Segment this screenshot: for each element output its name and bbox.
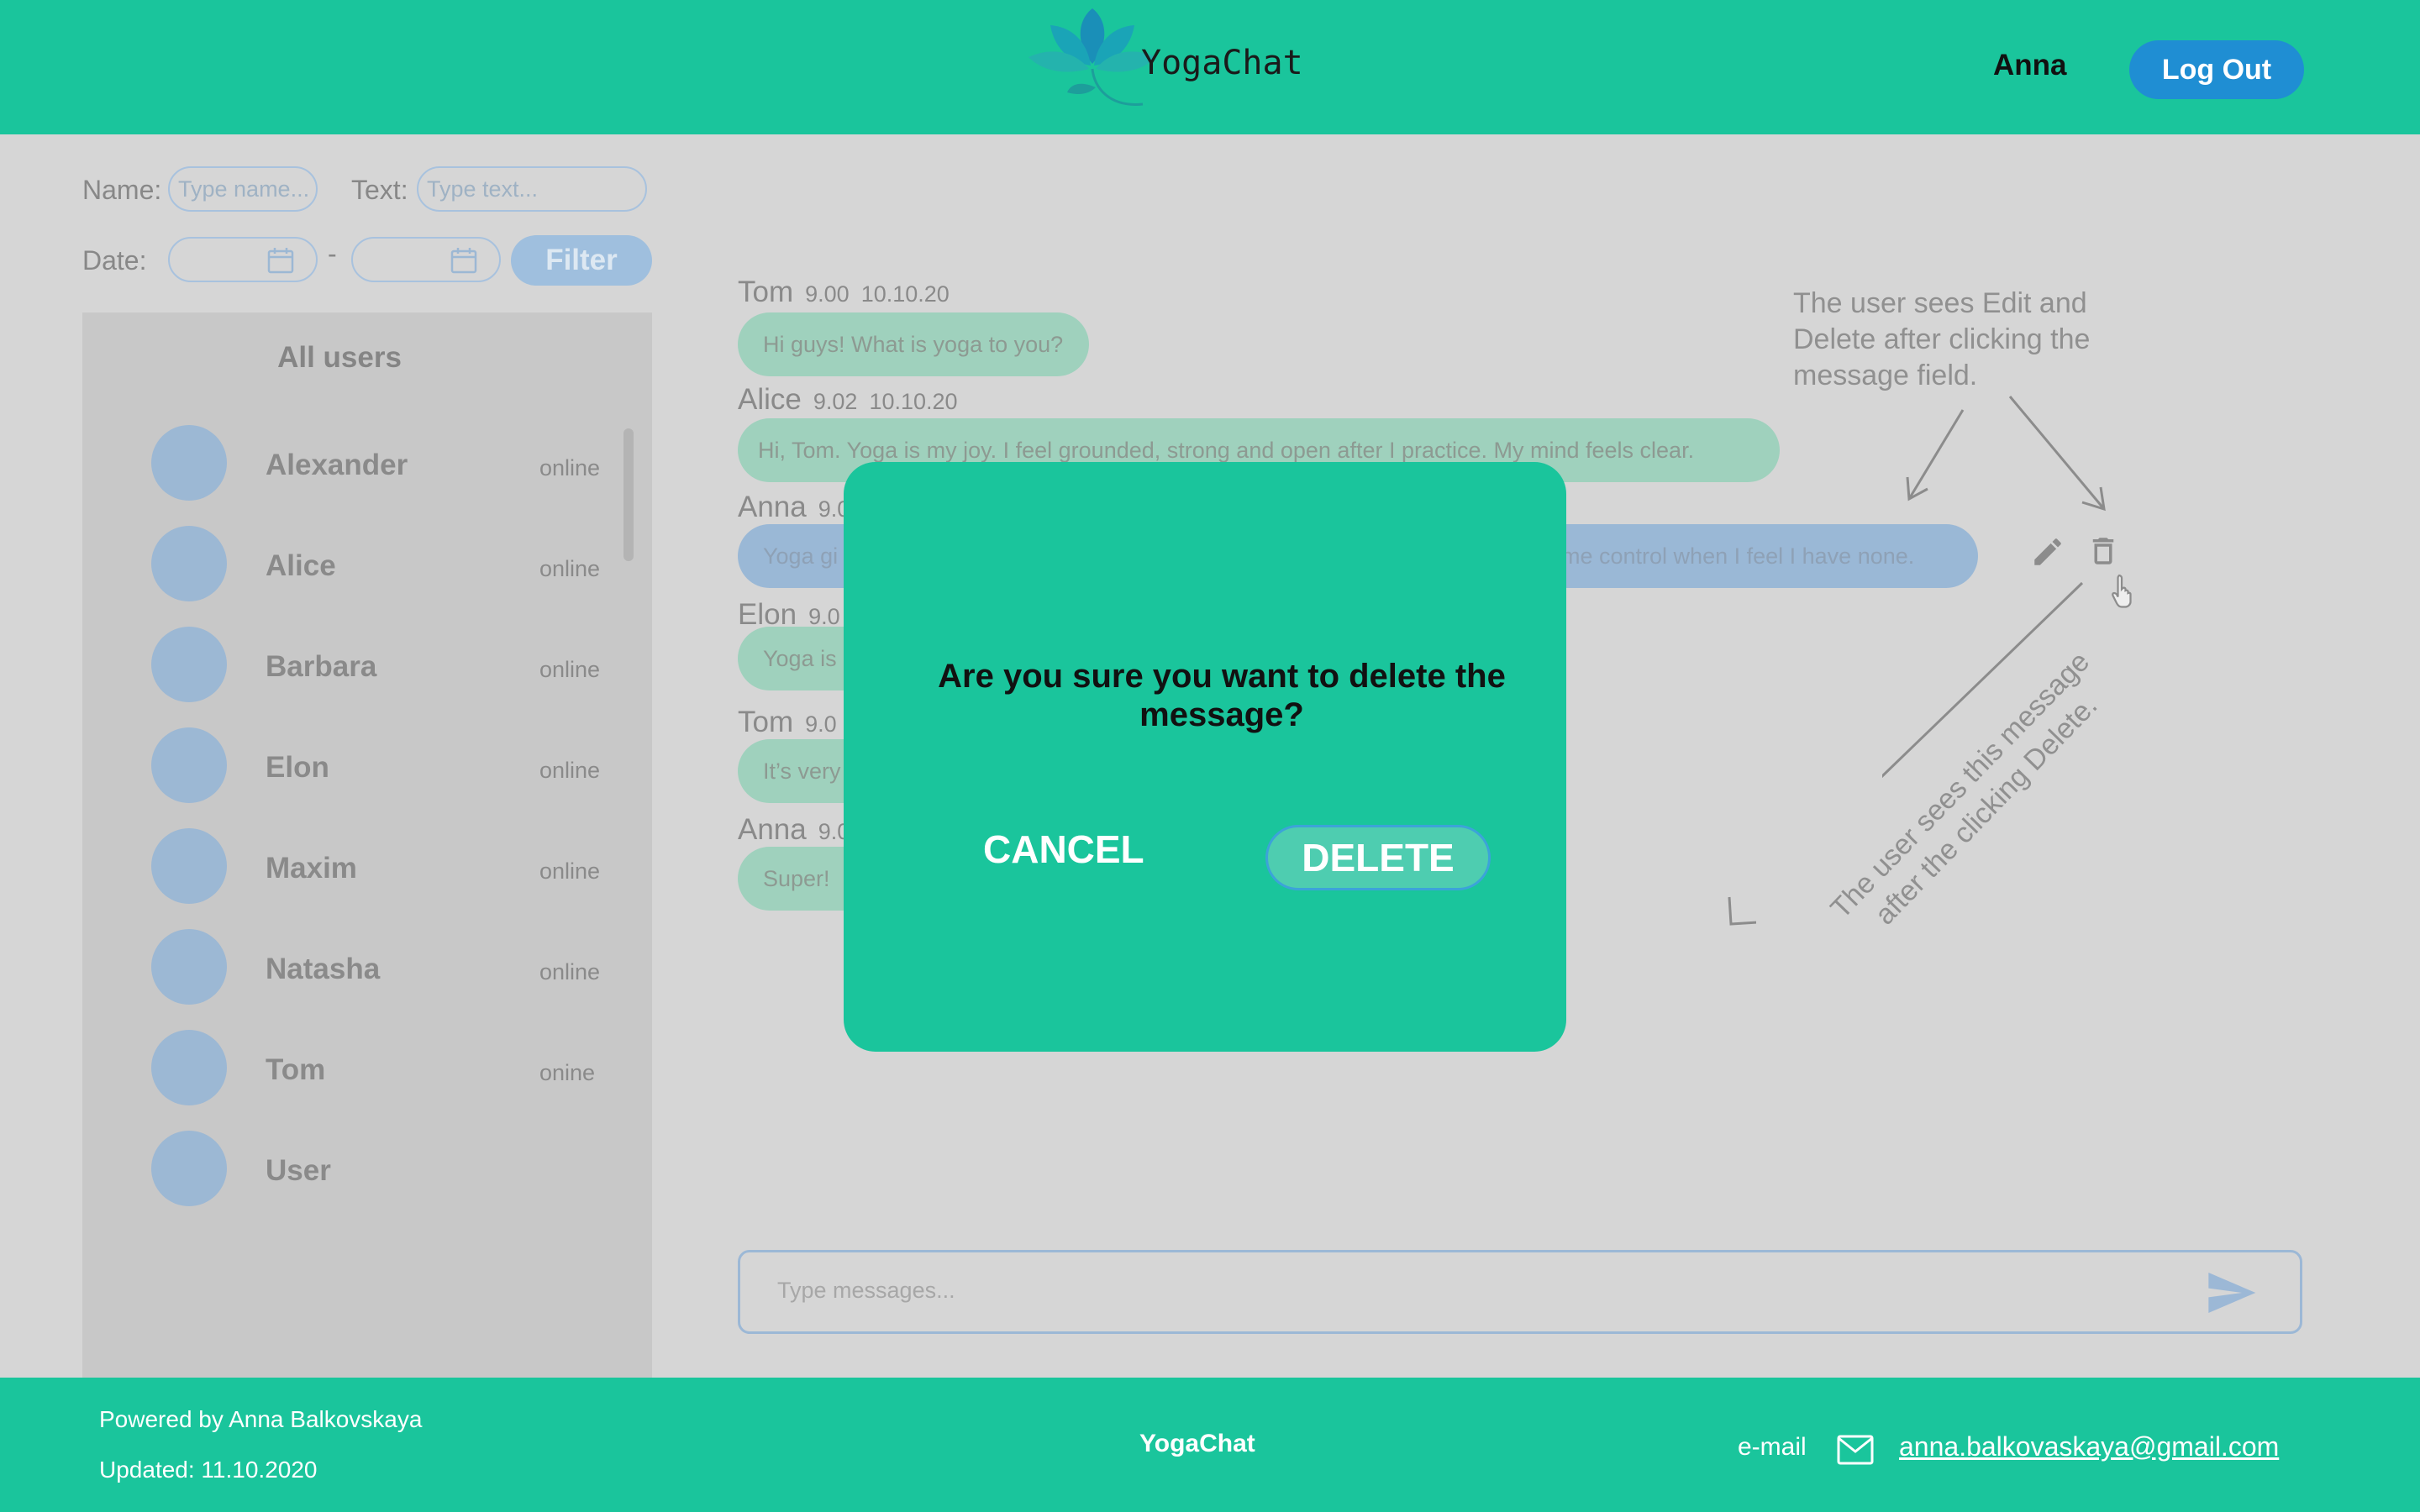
mail-icon	[1837, 1435, 1874, 1465]
user-name: Natasha	[266, 953, 381, 985]
avatar	[151, 1030, 227, 1105]
users-panel-title: All users	[277, 341, 402, 374]
message-text: Yoga gi	[763, 543, 839, 569]
users-panel: All users Alexander online Alice online …	[82, 312, 652, 1381]
user-status: online	[539, 758, 601, 783]
lotus-logo-icon	[1028, 8, 1156, 106]
footer-brand: YogaChat	[1139, 1430, 1255, 1457]
message-date: 10.10.20	[860, 281, 950, 307]
user-name: Barbara	[266, 650, 377, 683]
user-status: onine	[539, 1060, 596, 1085]
message-meta: Alice 9.02 10.10.20	[738, 383, 958, 417]
annotation-arrowhead	[1728, 896, 1756, 926]
footer-updated: Updated: 11.10.2020	[99, 1457, 318, 1483]
footer-email-link[interactable]: anna.balkovaskaya@gmail.com	[1899, 1431, 2279, 1462]
user-list-item[interactable]: Tom onine	[82, 1030, 652, 1114]
text-filter-input[interactable]: Type text...	[417, 166, 647, 212]
user-status: online	[539, 959, 601, 984]
message-input-placeholder: Type messages...	[777, 1278, 955, 1303]
user-status: online	[539, 455, 601, 480]
avatar	[151, 828, 227, 904]
calendar-icon[interactable]	[267, 247, 294, 274]
message-time: 9.0	[808, 604, 840, 629]
user-list-item[interactable]: Alexander online	[82, 425, 652, 509]
date-separator: -	[328, 239, 337, 269]
message-meta: Anna 9.0	[738, 491, 850, 524]
annotation-edit-delete: The user sees Edit and Delete after clic…	[1793, 287, 2091, 391]
message-time: 9.00	[805, 281, 850, 307]
message-meta: Tom 9.0	[738, 706, 837, 739]
delete-button[interactable]: DELETE	[1265, 825, 1491, 890]
user-list-item[interactable]: Alice online	[82, 526, 652, 610]
app-header: YogaChat Anna Log Out	[0, 0, 2420, 134]
user-name: Tom	[266, 1053, 326, 1086]
user-name: Elon	[266, 751, 329, 784]
name-filter-label: Name:	[82, 175, 162, 205]
name-filter-placeholder: Type name...	[178, 176, 310, 202]
app-footer: Powered by Anna Balkovskaya Updated: 11.…	[0, 1378, 2420, 1512]
message-text: Super!	[763, 865, 830, 891]
message-meta: Anna 9.0	[738, 813, 850, 847]
current-username[interactable]: Anna	[1993, 49, 2067, 82]
text-filter-label: Text:	[351, 175, 408, 205]
avatar	[151, 425, 227, 501]
message-author: Tom	[738, 706, 794, 738]
avatar	[151, 727, 227, 803]
user-name: Alexander	[266, 449, 408, 481]
user-name: Alice	[266, 549, 336, 582]
footer-email-label: e-mail	[1738, 1433, 1807, 1461]
message-author: Anna	[738, 813, 807, 846]
date-filter-label: Date:	[82, 245, 147, 276]
send-icon[interactable]	[2201, 1266, 2261, 1320]
calendar-icon[interactable]	[450, 247, 477, 274]
user-list-item[interactable]: User	[82, 1131, 652, 1215]
brand-title: YogaChat	[1141, 44, 1303, 82]
message-text-tail: me control when I feel I have none.	[1561, 543, 1915, 569]
message-time: 9.02	[813, 389, 858, 414]
message-text: It’s very	[763, 758, 841, 784]
message-text: Yoga is	[763, 645, 837, 671]
user-status: online	[539, 858, 601, 884]
dialog-question: Are you sure you want to delete the mess…	[938, 658, 1506, 733]
user-list-item[interactable]: Natasha online	[82, 929, 652, 1013]
user-status: online	[539, 657, 601, 682]
message-meta: Tom 9.00 10.10.20	[738, 276, 950, 309]
avatar	[151, 526, 227, 601]
message-time: 9.0	[805, 711, 837, 737]
message-text: Hi guys! What is yoga to you?	[763, 331, 1064, 357]
message-composer[interactable]: Type messages...	[738, 1250, 2302, 1334]
date-from-input[interactable]	[168, 237, 318, 282]
message-author: Alice	[738, 383, 802, 416]
delete-confirm-dialog: Are you sure you want to delete the mess…	[844, 462, 1566, 1052]
user-name: Maxim	[266, 852, 357, 885]
message-bubble[interactable]: Hi guys! What is yoga to you?	[738, 312, 1089, 376]
text-filter-placeholder: Type text...	[427, 176, 539, 202]
message-author: Anna	[738, 491, 807, 523]
message-text: Hi, Tom. Yoga is my joy. I feel grounded…	[758, 437, 1695, 463]
user-status: online	[539, 556, 601, 581]
name-filter-input[interactable]: Type name...	[168, 166, 318, 212]
avatar	[151, 627, 227, 702]
user-list-item[interactable]: Maxim online	[82, 828, 652, 912]
avatar	[151, 1131, 227, 1206]
user-list-item[interactable]: Elon online	[82, 727, 652, 811]
date-to-input[interactable]	[351, 237, 501, 282]
logout-button[interactable]: Log Out	[2129, 40, 2304, 99]
user-list-item[interactable]: Barbara online	[82, 627, 652, 711]
message-date: 10.10.20	[869, 389, 958, 414]
cancel-button[interactable]: CANCEL	[983, 827, 1144, 872]
filter-button[interactable]: Filter	[511, 235, 652, 286]
message-author: Tom	[738, 276, 794, 308]
avatar	[151, 929, 227, 1005]
user-name: User	[266, 1154, 331, 1187]
footer-powered-by: Powered by Anna Balkovskaya	[99, 1406, 423, 1432]
